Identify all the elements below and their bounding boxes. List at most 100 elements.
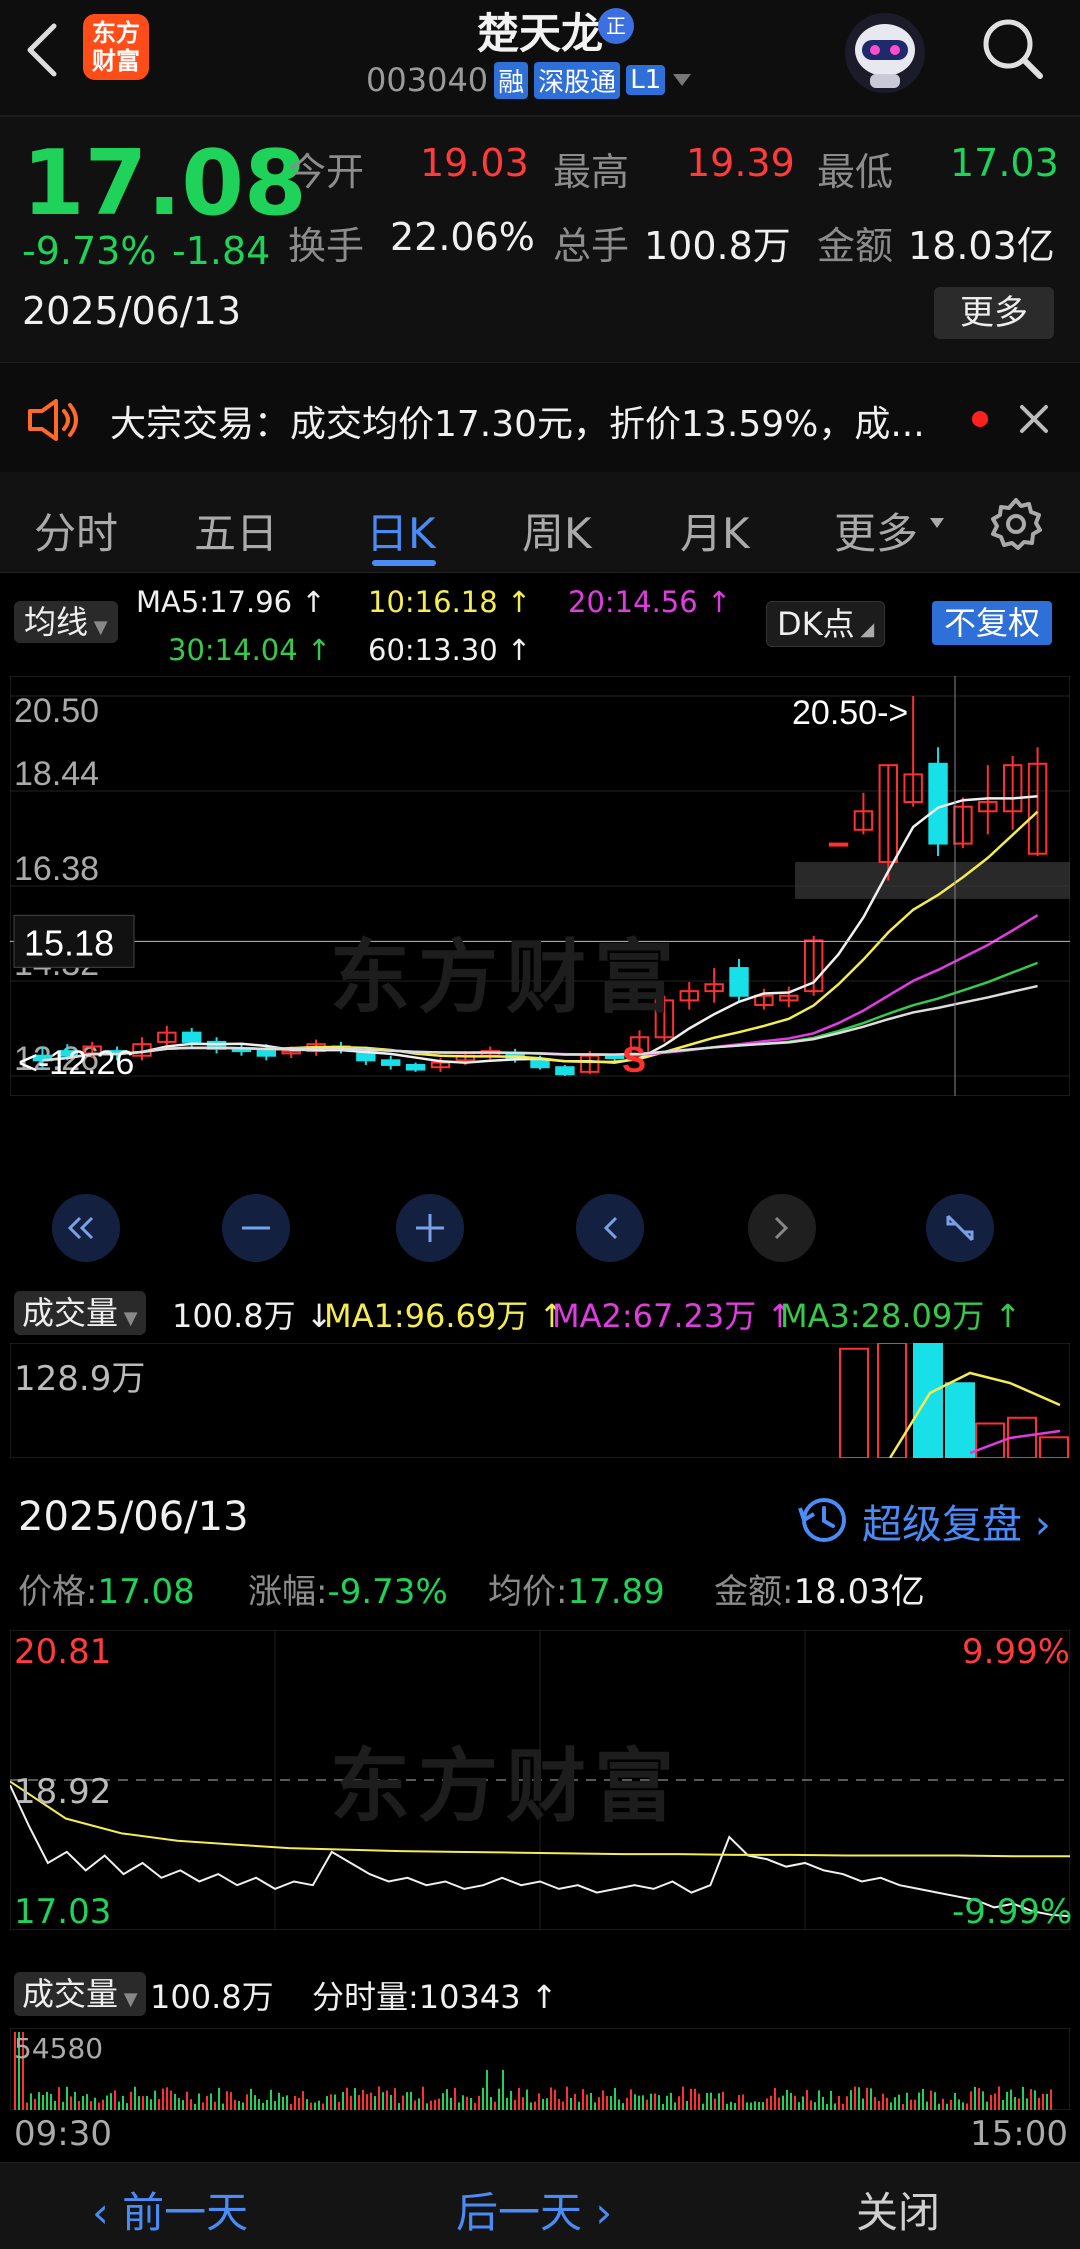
close-button[interactable]: 关闭 — [856, 2179, 940, 2240]
tick-volume-bar — [494, 2101, 496, 2110]
tick-volume-bar — [774, 2087, 776, 2110]
gear-icon[interactable] — [988, 496, 1044, 552]
tick-volume-bar — [858, 2087, 860, 2110]
tick-volume-bar — [810, 2100, 812, 2110]
tick-volume-bar — [918, 2092, 920, 2110]
tick-volume-bar — [498, 2088, 500, 2110]
search-icon[interactable] — [978, 14, 1048, 84]
tick-volume-bar — [554, 2089, 556, 2110]
tab-five-day[interactable]: 五日 — [194, 500, 278, 561]
scroll-back-button — [576, 1194, 644, 1262]
amount-label: 金额 — [817, 224, 894, 268]
tick-volume-bar — [438, 2098, 440, 2110]
tick-volume-bar — [1030, 2089, 1032, 2110]
tick-volume-bar — [726, 2103, 728, 2110]
volume-selector[interactable]: 成交量 ▼ — [14, 1291, 146, 1335]
tick-volume-bar — [914, 2099, 916, 2110]
tick-volume-bar — [350, 2095, 352, 2110]
crosshair-label: 15.18 — [24, 922, 114, 963]
ma-selector[interactable]: 均线 ▼ — [14, 601, 118, 643]
tick-volume-bar — [778, 2097, 780, 2110]
prev-day-button[interactable]: ‹ 前一天 — [92, 2179, 248, 2240]
intraday-volume-selector[interactable]: 成交量 ▼ — [14, 1972, 146, 2016]
tick-volume-bar — [462, 2095, 464, 2110]
more-button[interactable]: 更多 — [934, 287, 1054, 339]
tick-volume-bar — [146, 2095, 148, 2110]
tick-volume-bar — [54, 2100, 56, 2110]
tick-volume-bar — [30, 2093, 32, 2110]
robot-avatar-icon[interactable] — [842, 10, 928, 96]
tab-daily-k[interactable]: 日K — [366, 500, 436, 561]
tick-volume-bar — [1002, 2099, 1004, 2110]
tick-volume-bar — [98, 2102, 100, 2110]
ma30-label: 30:14.04 ↑ — [168, 633, 332, 667]
tick-volume-bar — [190, 2099, 192, 2110]
tick-volume-bar — [866, 2087, 868, 2110]
tick-volume-bar — [118, 2101, 120, 2110]
low-value: 17.03 — [950, 141, 1059, 185]
price-adjust-button[interactable]: 不复权 — [932, 601, 1053, 645]
volume-bar-0 — [839, 1347, 869, 1458]
tick-volume-bar — [166, 2087, 168, 2110]
time-end: 15:00 — [970, 2114, 1068, 2154]
tick-volume-bar — [358, 2095, 360, 2110]
tick-volume-bar — [786, 2089, 788, 2110]
tick-volume-bar — [430, 2100, 432, 2110]
tick-volume-bar — [230, 2092, 232, 2110]
tick-volume-bar — [234, 2099, 236, 2110]
tick-volume-bar — [542, 2099, 544, 2110]
tick-volume-bar — [370, 2092, 372, 2110]
tick-volume-bar — [666, 2095, 668, 2110]
tick-volume-bar — [238, 2100, 240, 2110]
tick-volume-bar — [606, 2095, 608, 2110]
tick-volume-bar — [406, 2092, 408, 2110]
dk-point-button[interactable]: DK点 ◢ — [766, 601, 886, 647]
tick-volume-bar — [482, 2087, 484, 2110]
super-replay-link[interactable]: 超级复盘 › — [862, 1492, 1051, 1550]
close-icon[interactable] — [1016, 401, 1052, 437]
candlestick-chart[interactable]: 20.5018.4416.3814.3212.2615.1820.50-><-1… — [10, 676, 1070, 1096]
tick-volume-bar — [678, 2096, 680, 2110]
tick-volume-bar — [38, 2092, 40, 2110]
triangle-down-icon[interactable] — [671, 72, 693, 88]
volume-value-text: 100.8万 — [172, 1297, 296, 1335]
badge-rong: 融 — [494, 61, 529, 99]
chevron-left-icon[interactable] — [22, 20, 62, 80]
tab-intraday[interactable]: 分时 — [34, 500, 118, 561]
tab-weekly-k[interactable]: 周K — [522, 500, 592, 561]
next-day-button[interactable]: 后一天 › — [456, 2179, 612, 2240]
tick-volume-bar — [378, 2086, 380, 2110]
tick-volume-bar — [170, 2090, 172, 2110]
low-label: 最低 — [817, 150, 894, 194]
tick-volume-bar — [950, 2099, 952, 2110]
tick-volume-bar — [654, 2093, 656, 2110]
tick-volume-bar — [338, 2101, 340, 2110]
tick-volume-bar — [646, 2099, 648, 2110]
intraday-volume-chart[interactable] — [10, 2028, 1070, 2110]
turnover-value: 22.06% — [390, 215, 535, 259]
history-clock-icon[interactable] — [796, 1494, 848, 1546]
tick-volume-bar — [150, 2099, 152, 2110]
high-value: 19.39 — [686, 141, 795, 185]
tick-volume-bar — [454, 2087, 456, 2110]
footer-bar: ‹ 前一天 后一天 › 关闭 — [0, 2162, 1080, 2249]
tick-volume-bar — [218, 2087, 220, 2110]
detail-change-value: -9.73% — [327, 1572, 448, 1612]
open-label: 今开 — [288, 150, 365, 194]
ma30-text: 30:14.04 — [168, 633, 298, 667]
sell-marker: S — [622, 1039, 646, 1080]
tab-monthly-k[interactable]: 月K — [680, 500, 750, 561]
tab-more[interactable]: 更多 — [834, 500, 918, 561]
notice-bar[interactable]: 大宗交易：成交均价17.30元，折价13.59%，成... — [0, 362, 1080, 474]
tick-volume-bar — [538, 2093, 540, 2110]
tick-volume-bar — [662, 2103, 664, 2110]
tick-volume-bar — [958, 2099, 960, 2110]
volume-chart[interactable] — [10, 1343, 1070, 1458]
chart-nav-overlay — [52, 1194, 994, 1262]
tick-volume-bar — [642, 2095, 644, 2110]
tick-volume-bar — [746, 2102, 748, 2110]
detail-price-label: 价格: — [18, 1572, 98, 1612]
tick-volume-bar — [990, 2094, 992, 2110]
detail-change-label: 涨幅: — [248, 1572, 328, 1612]
tick-volume-bar — [130, 2091, 132, 2110]
